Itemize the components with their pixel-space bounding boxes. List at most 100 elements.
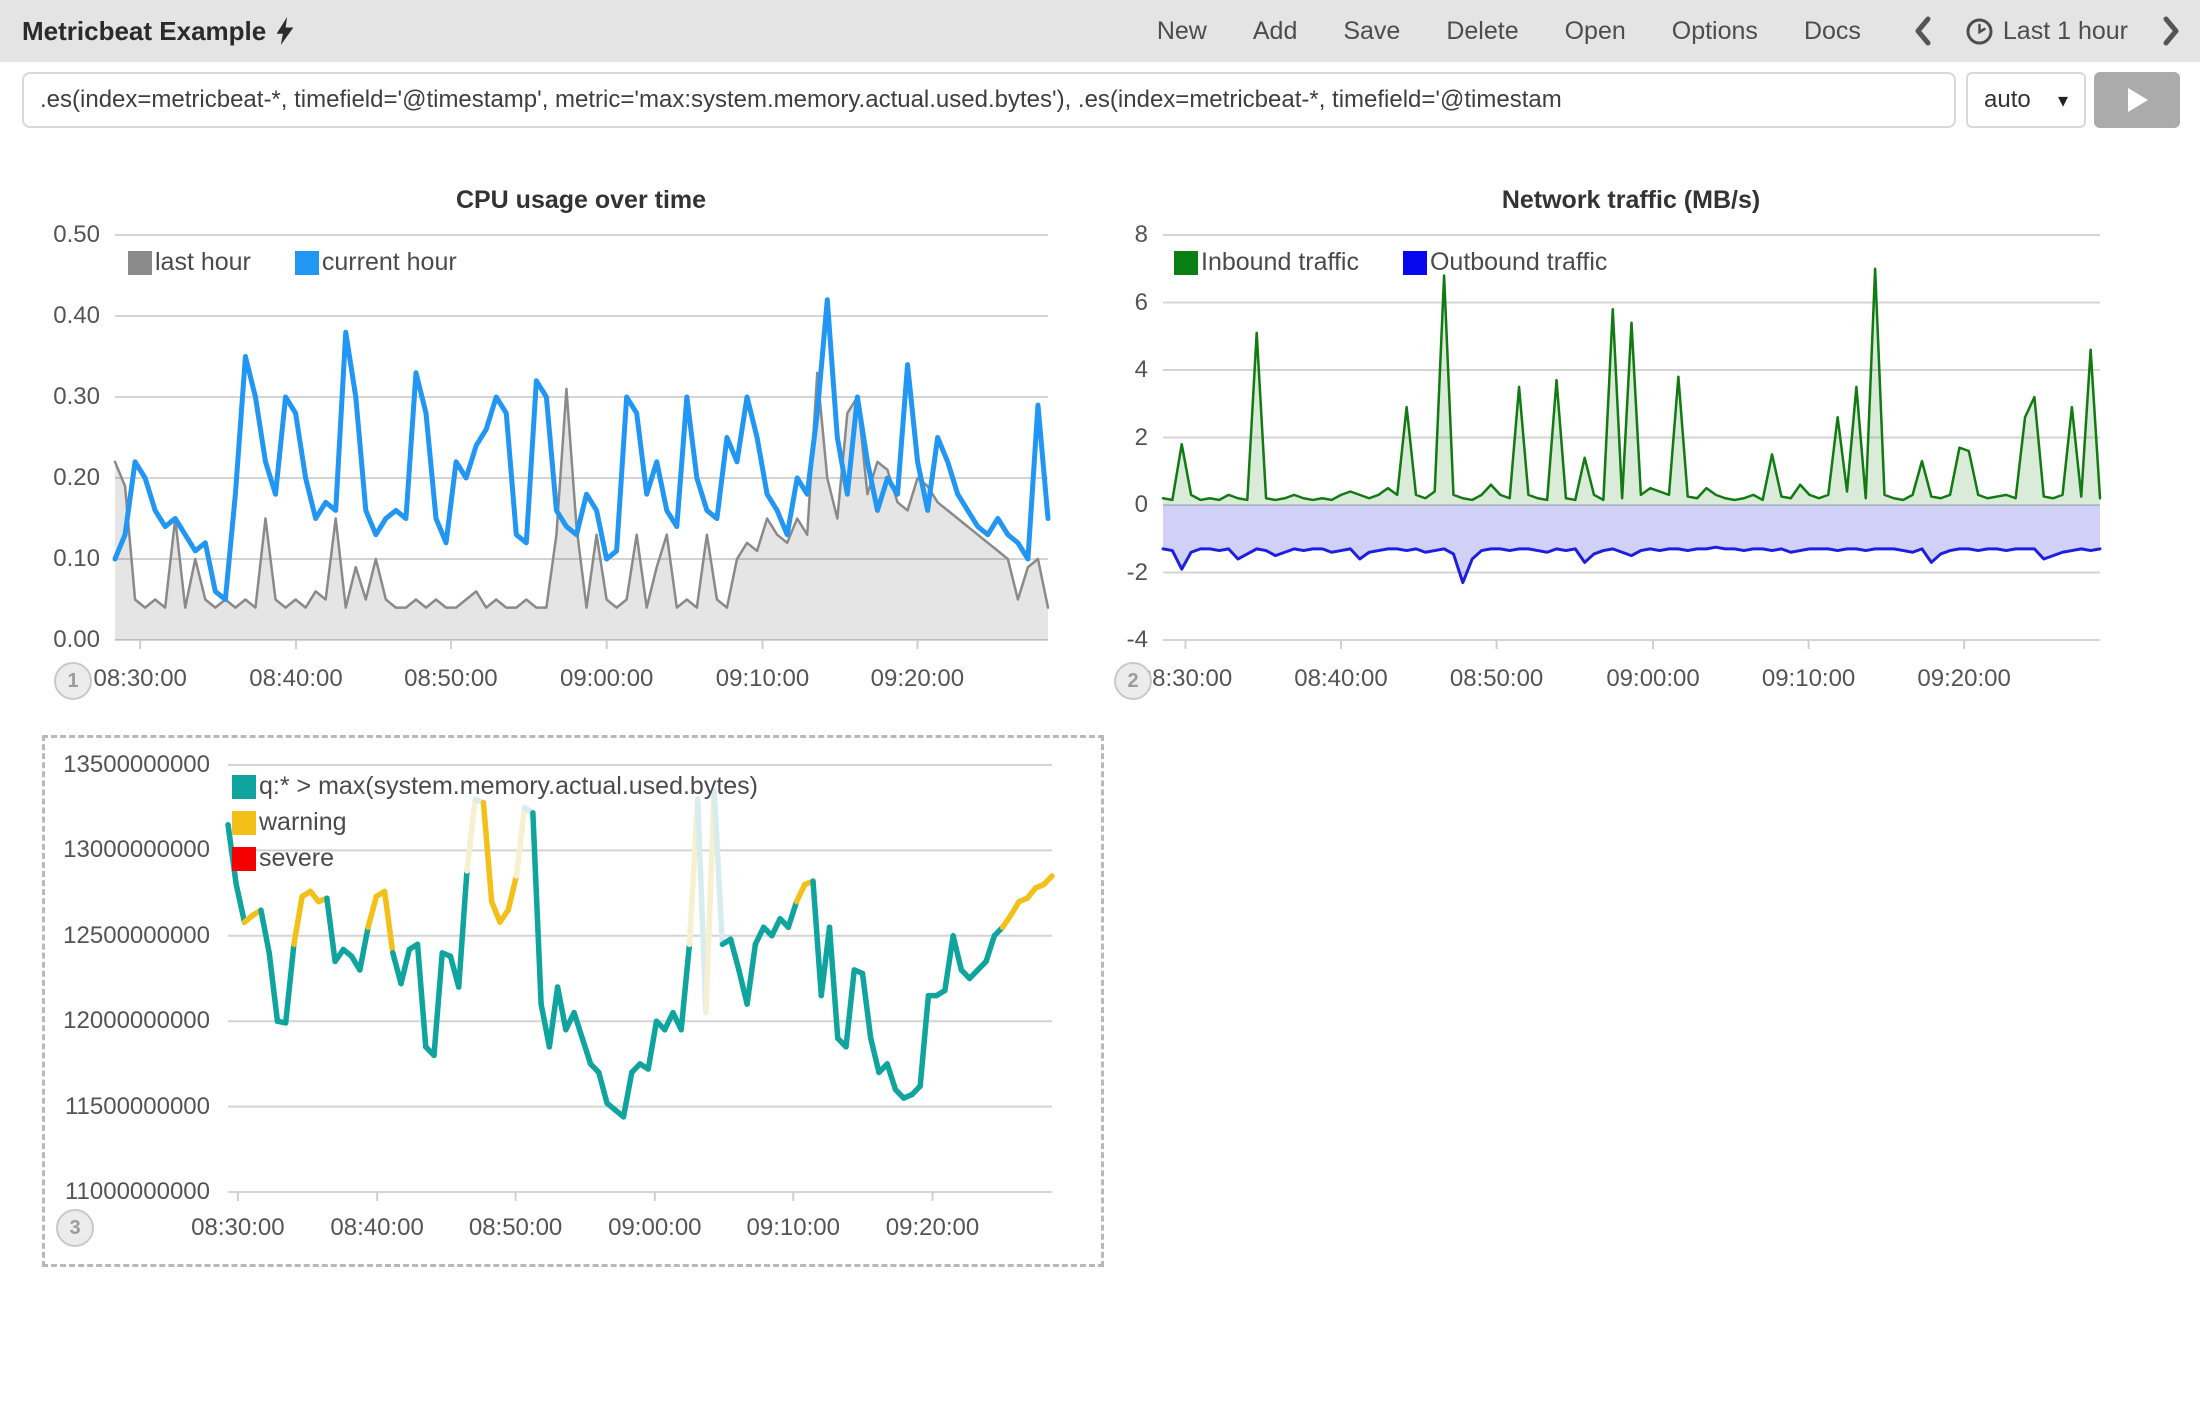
x-axis-label: 09:20:00: [1884, 664, 2044, 694]
y-axis-label: 13000000000: [52, 835, 210, 865]
y-axis-label: 0.40: [0, 301, 100, 331]
navbar-menu: New Add Save Delete Open Options Docs: [1134, 17, 1884, 46]
legend-item: q:* > max(system.memory.actual.used.byte…: [232, 772, 758, 801]
series-segment: [549, 987, 557, 1047]
legend-item: current hour: [295, 248, 457, 277]
series-segment: [360, 927, 368, 970]
time-range-picker[interactable]: Last 1 hour: [1966, 17, 2128, 46]
top-navbar: Metricbeat Example New Add Save Delete Open O…: [0, 0, 2200, 62]
x-axis-label: 08:50:00: [1417, 664, 1577, 694]
chevron-left-icon: [1914, 16, 1932, 46]
x-axis-label: 08:40:00: [216, 664, 376, 694]
legend-swatch: [128, 251, 152, 275]
series-segment: [327, 898, 335, 961]
time-back-button[interactable]: [1914, 16, 1932, 46]
chart-index-badge: 3: [56, 1209, 94, 1247]
legend-label: last hour: [155, 248, 251, 277]
time-forward-button[interactable]: [2162, 16, 2180, 46]
legend-label: severe: [259, 844, 334, 873]
nav-item-add[interactable]: Add: [1253, 17, 1297, 46]
series-segment: [846, 970, 854, 1047]
interval-select[interactable]: auto ▾: [1966, 72, 2086, 128]
x-axis-label: 08:50:00: [371, 664, 531, 694]
series-segment: [813, 881, 821, 995]
series-segment: [269, 953, 277, 1021]
chart-legend: q:* > max(system.memory.actual.used.byte…: [232, 772, 758, 873]
x-axis-label: 09:00:00: [575, 1213, 735, 1243]
lightning-bolt-icon: [276, 17, 294, 45]
y-axis-label: 13500000000: [52, 750, 210, 780]
caret-down-icon: ▾: [2058, 88, 2068, 113]
series-segment: [599, 1072, 607, 1103]
play-icon: [2126, 87, 2148, 113]
y-axis-label: 6: [1078, 288, 1148, 318]
legend-swatch: [232, 775, 256, 799]
x-axis-label: 09:20:00: [837, 664, 997, 694]
x-axis-label: 09:10:00: [713, 1213, 873, 1243]
y-axis-label: 0.20: [0, 463, 100, 493]
series-segment: [1044, 876, 1052, 885]
series-segment: [624, 1072, 632, 1116]
y-axis-label: 8: [1078, 220, 1148, 250]
y-axis-label: -2: [1078, 558, 1148, 588]
nav-item-open[interactable]: Open: [1565, 17, 1626, 46]
app-title: Metricbeat Example: [22, 16, 294, 47]
series-segment: [418, 944, 426, 1046]
nav-item-delete[interactable]: Delete: [1446, 17, 1518, 46]
series-segment: [261, 910, 269, 953]
chevron-right-icon: [2162, 16, 2180, 46]
series-segment: [986, 936, 994, 962]
x-axis-label: 09:10:00: [1729, 664, 1889, 694]
legend-swatch: [232, 847, 256, 871]
series-segment: [385, 891, 393, 952]
y-axis-label: 2: [1078, 423, 1148, 453]
legend-label: Inbound traffic: [1201, 248, 1359, 277]
nav-item-new[interactable]: New: [1157, 17, 1207, 46]
series-segment: [459, 871, 467, 987]
series-segment: [648, 1021, 656, 1069]
chart-index-badge: 1: [54, 662, 92, 700]
clock-icon: [1966, 18, 1993, 45]
y-axis-label: 11500000000: [52, 1092, 210, 1122]
series-segment: [434, 953, 442, 1055]
x-axis-label: 09:00:00: [527, 664, 687, 694]
app-title-text: Metricbeat Example: [22, 16, 266, 47]
legend-swatch: [232, 811, 256, 835]
x-axis-label: 09:00:00: [1573, 664, 1733, 694]
legend-label: current hour: [322, 248, 457, 277]
legend-label: q:* > max(system.memory.actual.used.byte…: [259, 772, 758, 801]
series-segment: [788, 902, 796, 928]
legend-item: Inbound traffic: [1174, 248, 1359, 277]
series-segment: [747, 944, 755, 1004]
series-segment: [574, 1013, 582, 1039]
chart-legend: last hour current hour: [128, 248, 457, 277]
legend-item: last hour: [128, 248, 251, 277]
x-axis-label: 08:40:00: [1261, 664, 1421, 694]
y-axis-label: 0.10: [0, 544, 100, 574]
series-segment: [731, 939, 739, 970]
nav-item-save[interactable]: Save: [1343, 17, 1400, 46]
y-axis-label: 0.30: [0, 382, 100, 412]
series-segment: [920, 996, 928, 1087]
legend-label: warning: [259, 808, 347, 837]
y-axis-label: 4: [1078, 355, 1148, 385]
nav-item-options[interactable]: Options: [1672, 17, 1758, 46]
y-axis-label: 0: [1078, 490, 1148, 520]
x-axis-label: 09:20:00: [853, 1213, 1013, 1243]
nav-item-docs[interactable]: Docs: [1804, 17, 1861, 46]
legend-item: Outbound traffic: [1403, 248, 1607, 277]
interval-value: auto: [1984, 86, 2031, 114]
legend-item: warning: [232, 808, 758, 837]
series-segment: [681, 944, 689, 1029]
timelion-expression-input[interactable]: [22, 72, 1956, 128]
y-axis-label: 12500000000: [52, 921, 210, 951]
run-query-button[interactable]: [2094, 72, 2180, 128]
legend-item: severe: [232, 844, 758, 873]
y-axis-label: 0.50: [0, 220, 100, 250]
series-segment: [945, 936, 953, 991]
y-axis-label: 11000000000: [52, 1177, 210, 1207]
time-range-label: Last 1 hour: [2003, 17, 2128, 46]
x-axis-label: 09:10:00: [683, 664, 843, 694]
series-segment: [558, 987, 566, 1030]
y-axis-label: 12000000000: [52, 1006, 210, 1036]
